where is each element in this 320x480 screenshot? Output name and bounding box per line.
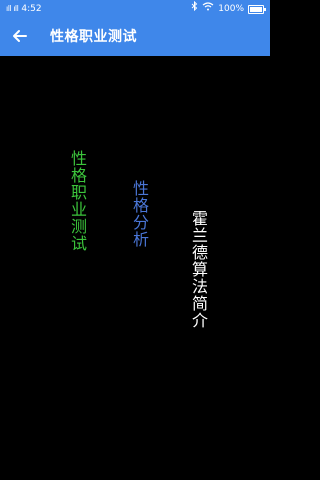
menu-holland-algorithm-intro[interactable]: 霍兰德算法简介 <box>186 210 210 329</box>
menu-personality-analysis[interactable]: 性格分析 <box>127 180 151 248</box>
status-right: 100% <box>191 0 266 18</box>
app-bar: 性格职业测试 <box>0 18 270 56</box>
status-left: ıll ıll 4:52 <box>6 0 42 18</box>
page-title: 性格职业测试 <box>50 29 137 45</box>
back-arrow-icon[interactable] <box>10 26 30 46</box>
battery-icon <box>248 4 266 14</box>
menu-personality-career-test[interactable]: 性格职业测试 <box>65 150 89 252</box>
signal-icon: ıll ıll <box>6 4 19 13</box>
bluetooth-icon <box>191 0 198 18</box>
status-time: 4:52 <box>21 4 42 14</box>
status-bar: ıll ıll 4:52 100% <box>0 0 270 18</box>
battery-fill <box>250 6 262 12</box>
wifi-icon <box>202 0 214 18</box>
battery-percent: 100% <box>218 4 244 14</box>
